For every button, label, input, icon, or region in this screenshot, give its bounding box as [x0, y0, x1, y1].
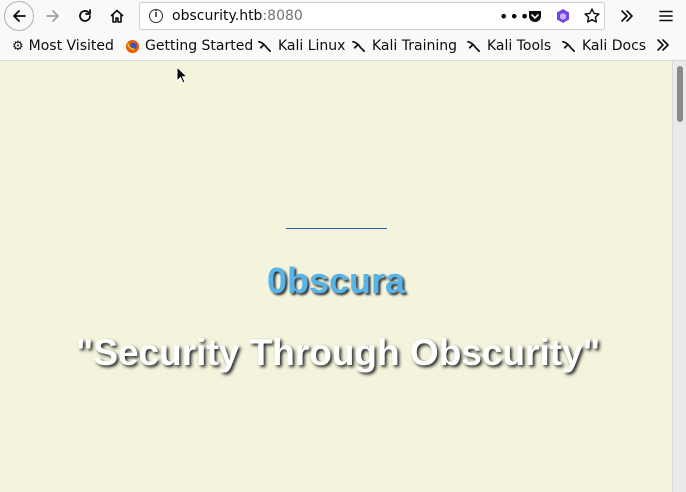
- home-button[interactable]: [103, 2, 131, 30]
- double-chevron-icon: [657, 39, 669, 51]
- bookmark-label: Getting Started: [145, 38, 254, 54]
- double-chevron-icon: [621, 10, 633, 22]
- bookmarks-overflow-button[interactable]: [655, 37, 671, 53]
- home-icon: [110, 9, 124, 23]
- mouse-cursor-icon: [176, 66, 188, 84]
- back-button[interactable]: [4, 1, 34, 31]
- pocket-icon[interactable]: [527, 8, 543, 28]
- hamburger-menu-icon: [659, 10, 673, 22]
- kali-dragon-icon: [562, 40, 575, 52]
- bookmark-label: Kali Tools: [487, 38, 552, 54]
- bookmark-label: Kali Linux: [278, 38, 346, 54]
- forward-arrow-icon: [46, 10, 59, 22]
- url-host: obscurity.htb: [172, 8, 263, 24]
- page-content: 0bscura "Security Through Obscurity": [0, 61, 672, 492]
- bookmark-kali-docs[interactable]: Kali Docs: [562, 38, 646, 54]
- extension-icon[interactable]: [555, 8, 571, 28]
- bookmark-most-visited[interactable]: ⚙ Most Visited: [12, 38, 114, 54]
- url-bar[interactable]: i obscurity.htb:8080 •••: [139, 2, 605, 30]
- menu-button[interactable]: [652, 2, 680, 30]
- bookmark-label: Most Visited: [28, 38, 114, 54]
- bookmark-label: Kali Training: [372, 38, 457, 54]
- firefox-icon: [125, 39, 140, 53]
- reload-icon: [79, 9, 91, 22]
- horizontal-divider: [286, 228, 387, 229]
- back-arrow-icon: [13, 10, 26, 22]
- bookmarks-toolbar: ⚙ Most Visited Getting Started Kali Linu…: [0, 32, 686, 61]
- gear-icon: ⚙: [12, 38, 24, 54]
- bookmark-label: Kali Docs: [582, 38, 647, 54]
- bookmark-star-icon[interactable]: [583, 7, 601, 29]
- browser-toolbar: i obscurity.htb:8080 •••: [0, 0, 686, 32]
- vertical-scrollbar[interactable]: [672, 61, 686, 492]
- page-actions-icon[interactable]: •••: [499, 7, 530, 26]
- scrollbar-thumb[interactable]: [677, 66, 683, 122]
- site-tagline: "Security Through Obscurity": [75, 332, 601, 373]
- kali-dragon-icon: [258, 40, 271, 52]
- forward-button[interactable]: [39, 2, 67, 30]
- bookmark-getting-started[interactable]: Getting Started: [125, 38, 253, 54]
- bookmark-kali-linux[interactable]: Kali Linux: [258, 38, 345, 54]
- url-port: :8080: [262, 8, 303, 24]
- bookmark-kali-tools[interactable]: Kali Tools: [467, 38, 551, 54]
- site-info-icon[interactable]: i: [149, 9, 163, 23]
- kali-dragon-icon: [467, 40, 480, 52]
- bookmark-kali-training[interactable]: Kali Training: [352, 38, 457, 54]
- url-text[interactable]: obscurity.htb:8080: [172, 8, 303, 24]
- kali-dragon-icon: [352, 40, 365, 52]
- site-title: 0bscura: [266, 260, 406, 301]
- reload-button[interactable]: [71, 2, 99, 30]
- overflow-chevron-button[interactable]: [613, 2, 641, 30]
